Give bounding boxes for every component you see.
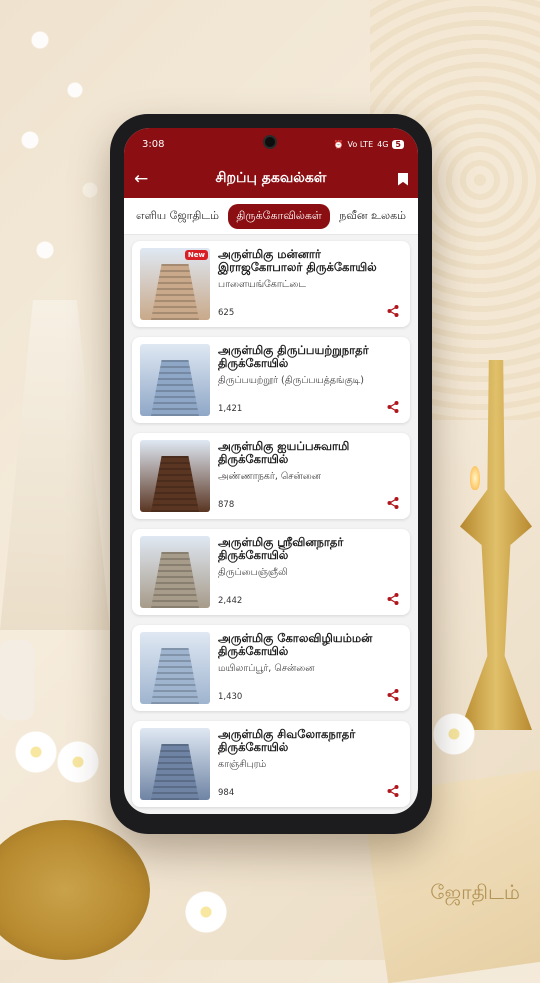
temple-location: மயிலாப்பூர், சென்னை	[218, 663, 315, 674]
temple-tower-image	[151, 648, 199, 704]
temple-location: திருப்பயற்றூர் (திருப்பயத்தங்குடி)	[218, 375, 364, 386]
temple-info: அருள்மிகு ஸ்ரீவினநாதர் திருக்கோயில் திருப…	[218, 536, 402, 608]
signal-icon: 4G	[377, 139, 389, 149]
temple-location: திருப்பைஞ்ஞீலி	[218, 567, 288, 578]
temple-title: அருள்மிகு சிவலோகநாதர் திருக்கோயில்	[218, 727, 356, 754]
temple-info: அருள்மிகு சிவலோகநாதர் திருக்கோயில் காஞ்சி…	[218, 728, 402, 800]
app-bar: ← சிறப்பு தகவல்கள்	[124, 160, 418, 198]
page-title: சிறப்பு தகவல்கள்	[215, 170, 327, 186]
share-icon[interactable]	[386, 592, 400, 606]
temple-card[interactable]: New அருள்மிகு மன்னார் இராஜகோபாலர் திருக்க…	[132, 241, 410, 327]
temple-card[interactable]: அருள்மிகு கோலவிழியம்மன் திருக்கோயில் மயில…	[132, 625, 410, 711]
volte-indicator: Vo LTE	[347, 139, 374, 149]
alarm-icon: ⏰	[333, 139, 344, 149]
temple-model-decoration	[0, 300, 110, 630]
temple-tower-image	[151, 264, 199, 320]
app-screen: 3:08 ⏰ Vo LTE 4G 5 ← சிறப்பு தகவல்கள் எள…	[124, 128, 418, 814]
share-icon[interactable]	[386, 496, 400, 510]
bookmark-icon[interactable]	[398, 172, 408, 186]
tab-0[interactable]: எளிய ஜோதிடம்	[130, 205, 225, 228]
share-icon[interactable]	[386, 400, 400, 414]
temple-thumbnail	[140, 344, 210, 416]
share-icon[interactable]	[386, 304, 400, 318]
category-tabs: எளிய ஜோதிடம் திருக்கோவில்கள் நவீன உலகம்	[124, 198, 418, 235]
temple-tower-image	[151, 552, 199, 608]
jasmine-flower-decoration	[56, 740, 100, 784]
temple-tower-image	[151, 744, 199, 800]
tab-2[interactable]: நவீன உலகம்	[333, 205, 412, 228]
view-count: 625	[218, 308, 235, 318]
temple-info: அருள்மிகு கோலவிழியம்மன் திருக்கோயில் மயில…	[218, 632, 402, 704]
jasmine-flower-decoration	[14, 730, 58, 774]
book-title: ஜோதிடம்	[430, 880, 520, 904]
temple-card[interactable]: அருள்மிகு ஐயப்பசுவாமி திருக்கோயில் அண்ணாந…	[132, 433, 410, 519]
temple-card[interactable]: அருள்மிகு ஸ்ரீவினநாதர் திருக்கோயில் திருப…	[132, 529, 410, 615]
temple-location: பாளையங்கோட்டை	[218, 279, 306, 290]
temple-info: அருள்மிகு மன்னார் இராஜகோபாலர் திருக்கோயி…	[218, 248, 402, 320]
brass-plate-decoration	[0, 820, 150, 960]
share-icon[interactable]	[386, 784, 400, 798]
share-icon[interactable]	[386, 688, 400, 702]
view-count: 1,421	[218, 404, 243, 414]
temple-info: அருள்மிகு திருப்பயற்றுநாதர் திருக்கோயில்…	[218, 344, 402, 416]
status-bar: 3:08 ⏰ Vo LTE 4G 5	[124, 128, 418, 160]
new-badge: New	[184, 250, 208, 260]
jasmine-flower-decoration	[184, 890, 228, 934]
temple-thumbnail	[140, 536, 210, 608]
view-count: 2,442	[218, 596, 243, 606]
lamp-flame-decoration	[470, 466, 480, 490]
temple-thumbnail	[140, 728, 210, 800]
status-time: 3:08	[142, 138, 165, 150]
temple-thumbnail	[140, 632, 210, 704]
jasmine-branch-decoration	[0, 0, 120, 330]
view-count: 1,430	[218, 692, 243, 702]
back-arrow-icon[interactable]: ←	[134, 169, 156, 189]
temple-card[interactable]: அருள்மிகு சிவலோகநாதர் திருக்கோயில் காஞ்சி…	[132, 721, 410, 807]
view-count: 878	[218, 500, 235, 510]
temple-title: அருள்மிகு ஸ்ரீவினநாதர் திருக்கோயில்	[218, 535, 344, 562]
temple-title: அருள்மிகு ஐயப்பசுவாமி திருக்கோயில்	[218, 439, 350, 466]
temple-title: அருள்மிகு திருப்பயற்றுநாதர் திருக்கோயில்	[218, 343, 369, 370]
pot-decoration	[0, 640, 34, 720]
temple-location: அண்ணாநகர், சென்னை	[218, 471, 321, 482]
status-icons: ⏰ Vo LTE 4G 5	[333, 139, 404, 149]
view-count: 984	[218, 788, 235, 798]
temple-card[interactable]: அருள்மிகு திருப்பயற்றுநாதர் திருக்கோயில்…	[132, 337, 410, 423]
tab-1[interactable]: திருக்கோவில்கள்	[228, 203, 330, 229]
temple-list: New அருள்மிகு மன்னார் இராஜகோபாலர் திருக்க…	[124, 235, 418, 814]
temple-info: அருள்மிகு ஐயப்பசுவாமி திருக்கோயில் அண்ணாந…	[218, 440, 402, 512]
temple-thumbnail: New	[140, 248, 210, 320]
temple-tower-image	[151, 360, 199, 416]
jasmine-flower-decoration	[432, 712, 476, 756]
temple-location: காஞ்சிபுரம்	[218, 759, 267, 770]
temple-thumbnail	[140, 440, 210, 512]
temple-title: அருள்மிகு மன்னார் இராஜகோபாலர் திருக்கோயி…	[218, 247, 377, 274]
temple-title: அருள்மிகு கோலவிழியம்மன் திருக்கோயில்	[218, 631, 373, 658]
temple-tower-image	[151, 456, 199, 512]
battery-icon: 5	[392, 139, 404, 149]
front-camera	[263, 135, 277, 149]
